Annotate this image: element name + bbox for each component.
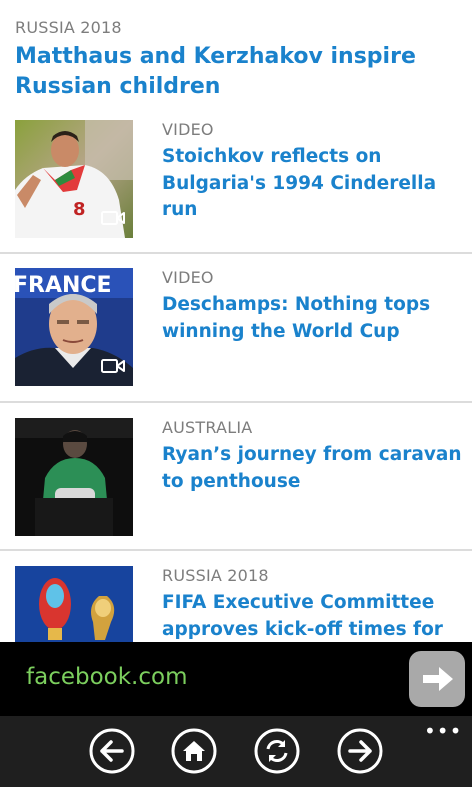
ryan-photo: [15, 418, 133, 536]
divider: [0, 252, 472, 254]
divider: [0, 401, 472, 403]
story-headline[interactable]: Matthaus and Kerzhakov inspire Russian c…: [15, 42, 455, 102]
more-menu-button[interactable]: •••: [424, 721, 461, 741]
story-thumbnail[interactable]: [15, 418, 133, 536]
story-item-ryan[interactable]: AUSTRALIA Ryan’s journey from caravan to…: [0, 418, 472, 566]
story-item-stoichkov[interactable]: 8 VIDEO Stoichkov reflects on Bulgaria's…: [0, 120, 472, 268]
story-category: VIDEO: [162, 268, 214, 287]
back-icon: [89, 728, 135, 774]
app-bar: •••: [0, 716, 472, 787]
arrow-right-icon: [423, 667, 453, 691]
url-input[interactable]: facebook.com: [26, 664, 187, 690]
video-icon: [101, 359, 125, 373]
forward-icon: [337, 728, 383, 774]
story-headline[interactable]: Deschamps: Nothing tops winning the Worl…: [162, 292, 462, 345]
story-thumbnail[interactable]: 8: [15, 120, 133, 238]
svg-text:8: 8: [73, 199, 86, 220]
refresh-button[interactable]: [254, 728, 300, 774]
story-category: VIDEO: [162, 120, 214, 139]
story-thumbnail[interactable]: [15, 566, 133, 642]
address-bar[interactable]: facebook.com: [0, 642, 472, 716]
back-button[interactable]: [89, 728, 135, 774]
story-category: RUSSIA 2018: [162, 566, 269, 585]
forward-button[interactable]: [337, 728, 383, 774]
world-cup-photo: [15, 566, 133, 642]
story-category: AUSTRALIA: [162, 418, 253, 437]
news-feed: RUSSIA 2018 Matthaus and Kerzhakov inspi…: [0, 0, 472, 642]
divider: [0, 549, 472, 551]
home-icon: [171, 728, 217, 774]
story-headline[interactable]: Ryan’s journey from caravan to penthouse: [162, 442, 462, 495]
thumb-caption: FRANCE: [15, 273, 112, 298]
story-item-fifa[interactable]: RUSSIA 2018 FIFA Executive Committee app…: [0, 566, 472, 642]
story-category: RUSSIA 2018: [15, 18, 122, 37]
video-icon: [101, 211, 125, 225]
story-headline[interactable]: FIFA Executive Committee approves kick-o…: [162, 590, 462, 642]
story-headline[interactable]: Stoichkov reflects on Bulgaria's 1994 Ci…: [162, 144, 462, 224]
story-item-deschamps[interactable]: FRANCE VIDEO Deschamps: Nothing tops win…: [0, 268, 472, 416]
refresh-icon: [254, 728, 300, 774]
home-button[interactable]: [171, 728, 217, 774]
go-button[interactable]: [409, 651, 465, 707]
top-story[interactable]: RUSSIA 2018 Matthaus and Kerzhakov inspi…: [15, 18, 455, 102]
story-thumbnail[interactable]: FRANCE: [15, 268, 133, 386]
